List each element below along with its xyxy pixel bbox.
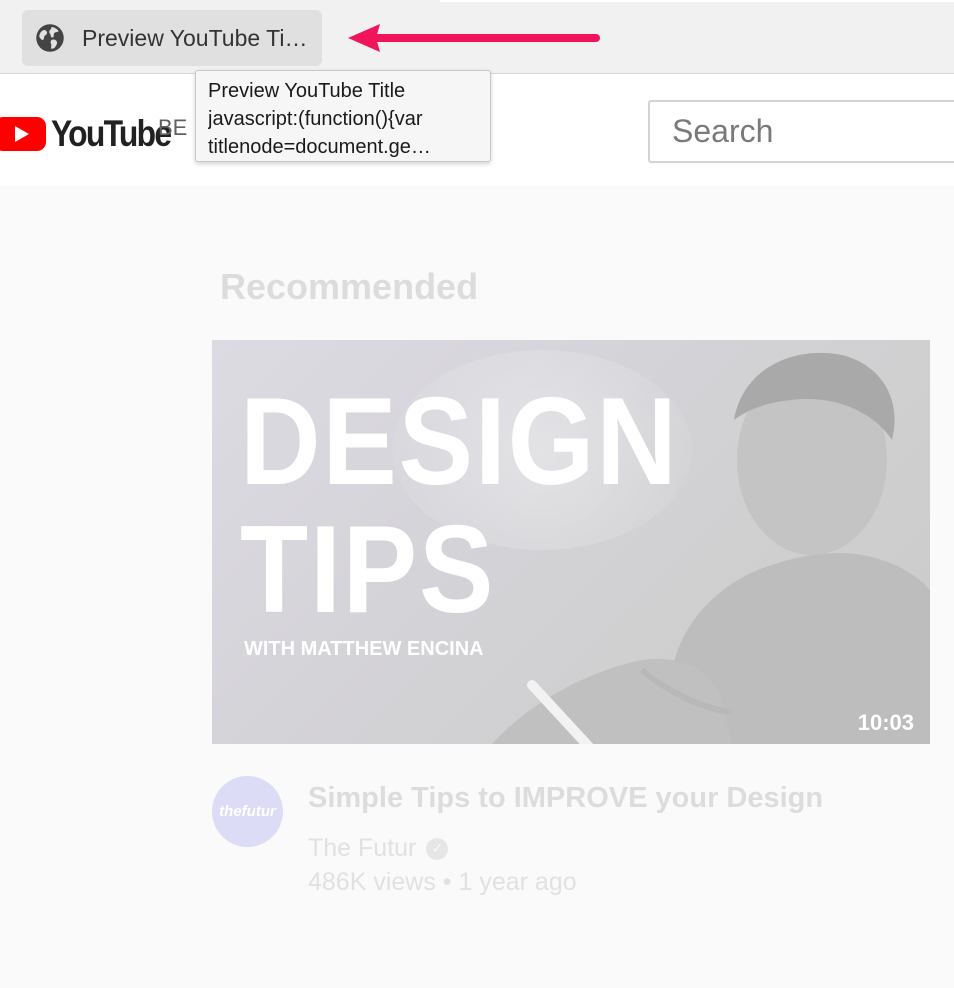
bookmark-tooltip: Preview YouTube Title javascript:(functi… — [195, 70, 491, 162]
search-box[interactable] — [648, 100, 954, 163]
annotation-arrow — [348, 24, 600, 52]
video-thumbnail[interactable]: DESIGN TIPS WITH MATTHEW ENCINA 10:03 — [212, 340, 930, 744]
country-code: BE — [158, 115, 188, 140]
youtube-play-icon — [0, 117, 46, 151]
address-bar-edge — [440, 0, 954, 2]
thumbnail-title-line1: DESIGN — [240, 373, 679, 511]
verified-check-icon: ✓ — [426, 837, 449, 860]
tooltip-url-line: titlenode=document.ge… — [208, 136, 431, 158]
globe-icon — [36, 24, 64, 52]
video-duration: 10:03 — [857, 710, 914, 735]
youtube-logo[interactable]: YouTube BE — [0, 113, 190, 155]
bookmark-preview-youtube-title[interactable]: Preview YouTube Ti… — [22, 10, 322, 66]
youtube-wordmark: YouTube — [51, 113, 172, 154]
search-input[interactable] — [672, 113, 952, 150]
channel-name[interactable]: The Futur ✓ — [308, 834, 449, 863]
tooltip-title: Preview YouTube Title — [208, 80, 406, 102]
section-heading: Recommended — [220, 266, 479, 307]
tooltip-url-line: javascript:(function(){var — [208, 108, 423, 130]
channel-name-text: The Futur — [308, 834, 417, 862]
main-content: Recommended DESIGN TIPS WITH MATTHEW ENC… — [0, 186, 954, 988]
thumbnail-title-line2: TIPS — [240, 501, 496, 639]
thumbnail-subtitle: WITH MATTHEW ENCINA — [244, 638, 484, 660]
video-title[interactable]: Simple Tips to IMPROVE your Design — [308, 782, 823, 815]
bookmark-label: Preview YouTube Ti… — [82, 24, 308, 51]
video-meta: 486K views • 1 year ago — [308, 868, 577, 896]
channel-avatar[interactable]: thefutur — [212, 776, 283, 847]
